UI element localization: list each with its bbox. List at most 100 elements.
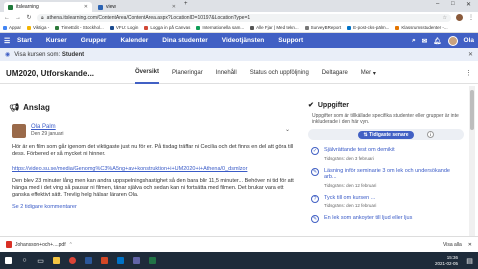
- bookmark-item[interactable]: TimeEdit - Stockhol...: [55, 25, 104, 30]
- browser-tab-view[interactable]: view ✕: [94, 2, 180, 12]
- search-icon[interactable]: ○: [20, 256, 29, 265]
- close-tab-icon[interactable]: ✕: [172, 4, 176, 10]
- task-item[interactable]: ? Tyck till om kursen ... Tidsgräns: den…: [308, 194, 464, 208]
- task-view-icon[interactable]: ▭: [36, 256, 45, 265]
- star-icon[interactable]: ☆: [443, 15, 447, 21]
- tab-oversikt[interactable]: Översikt: [135, 63, 160, 84]
- task-title[interactable]: Läsning inför seminarie 3 om lek och und…: [324, 168, 464, 181]
- word-icon[interactable]: [84, 256, 93, 265]
- url-text: athena.itslearning.com/ContentArea/Conte…: [46, 14, 251, 21]
- clock-date: 2021-02-05: [434, 260, 458, 266]
- task-item[interactable]: ✎ Läsning inför seminarie 3 om lek och u…: [308, 167, 464, 188]
- browser-titlebar: itslearning ✕ view ✕ + – □ ✕: [0, 0, 478, 12]
- back-icon[interactable]: ←: [4, 15, 10, 21]
- app-navigation: ☰ Start Kurser Grupper Kalender Dina stu…: [0, 33, 478, 48]
- browser-tab-itslearning[interactable]: itslearning ✕: [4, 2, 92, 12]
- user-avatar[interactable]: [447, 35, 458, 46]
- sort-button[interactable]: ⇅ Tidigaste senare: [357, 130, 415, 139]
- tab-innehall[interactable]: Innehåll: [216, 63, 237, 84]
- tab-mer[interactable]: Mer ▾: [361, 63, 376, 84]
- profile-avatar[interactable]: [456, 14, 463, 21]
- nav-kurser[interactable]: Kurser: [46, 37, 67, 44]
- task-title[interactable]: En lek som ankoyter till ljud eller ljus: [324, 215, 412, 222]
- canvas-icon: [144, 25, 149, 30]
- nav-dina-studenter[interactable]: Dina studenter: [162, 37, 208, 44]
- close-window-icon[interactable]: ✕: [466, 1, 471, 8]
- task-item[interactable]: ✎ En lek som ankoyter till ljud eller lj…: [308, 215, 464, 224]
- maximize-icon[interactable]: □: [451, 1, 455, 7]
- bookmark-item[interactable]: Klassrumsstudenter -...: [395, 25, 448, 30]
- downloads-bar: Johansson+och+....pdf ⌃ Visa alla ✕: [0, 236, 478, 252]
- address-bar-row: ← → ↻ 🔒︎ athena.itslearning.com/ContentA…: [0, 12, 478, 23]
- tab-deltagare[interactable]: Deltagare: [322, 63, 348, 84]
- appnav-right: ⌕ ✉ 🔔︎ Ola: [412, 35, 474, 46]
- chrome-icon[interactable]: [68, 256, 77, 265]
- menu-dots-icon[interactable]: ⋮: [468, 14, 474, 21]
- bookmark-item[interactable]: Alle Fjar | Med tekn...: [250, 25, 299, 30]
- tasks-heading: ✔ Uppgifter: [308, 101, 349, 110]
- nav-kalender[interactable]: Kalender: [120, 37, 148, 44]
- close-downloads-icon[interactable]: ✕: [468, 242, 472, 248]
- notification-center-icon[interactable]: ▤: [465, 256, 474, 265]
- teams-icon[interactable]: [132, 256, 141, 265]
- megaphone-icon: 📢︎: [9, 103, 20, 112]
- user-name[interactable]: Ola: [464, 37, 474, 44]
- bookmark-item[interactable]: SurveyBReport: [304, 25, 341, 30]
- info-icon[interactable]: i: [427, 131, 434, 138]
- folder-icon: [27, 25, 32, 30]
- minimize-icon[interactable]: –: [436, 1, 439, 7]
- task-item[interactable]: ✓ Självrättande test om demikit Tidsgrän…: [308, 147, 464, 161]
- reload-icon[interactable]: ↻: [26, 14, 32, 21]
- excel-icon[interactable]: [148, 256, 157, 265]
- post-paragraph: Den blev 23 minuter lång men kan andra u…: [12, 178, 294, 198]
- bookmark-item[interactable]: VFU: Login: [109, 25, 138, 30]
- bookmark-item[interactable]: Appar: [3, 25, 21, 30]
- task-icon: ?: [311, 194, 319, 203]
- bookmark-item[interactable]: Logga in på Canvas: [144, 25, 190, 30]
- nav-grupper[interactable]: Grupper: [81, 37, 107, 44]
- tab-label: itslearning: [16, 4, 39, 10]
- download-item[interactable]: Johansson+och+....pdf ⌃: [6, 241, 73, 248]
- powerpoint-icon[interactable]: [100, 256, 109, 265]
- new-tab-icon[interactable]: +: [184, 1, 188, 7]
- site-icon: [196, 25, 201, 30]
- messages-icon[interactable]: ✉: [422, 37, 427, 45]
- eye-icon: ◉: [5, 52, 11, 58]
- author-avatar: [12, 124, 26, 138]
- url-field[interactable]: 🔒︎ athena.itslearning.com/ContentArea/Co…: [37, 13, 451, 22]
- nav-support[interactable]: Support: [278, 37, 303, 44]
- tab-status[interactable]: Status och uppföljning: [250, 63, 309, 84]
- bookmark-item[interactable]: E-post-cks-pälm...: [347, 25, 389, 30]
- close-student-view-icon[interactable]: ✕: [468, 51, 473, 58]
- task-title[interactable]: Självrättande test om demikit: [324, 147, 395, 154]
- hamburger-menu-icon[interactable]: ☰: [4, 37, 12, 45]
- author-name[interactable]: Ola Palm: [31, 124, 64, 130]
- bookmark-item[interactable]: Internationella sam...: [196, 25, 244, 30]
- tab-planeringar[interactable]: Planeringar: [172, 63, 203, 84]
- file-explorer-icon[interactable]: [52, 256, 61, 265]
- task-title[interactable]: Tyck till om kursen ...: [324, 195, 376, 202]
- notifications-icon[interactable]: 🔔︎: [433, 37, 441, 45]
- announcements-heading: 📢︎ Anslag: [9, 103, 50, 112]
- windows-start-icon[interactable]: [4, 256, 13, 265]
- nav-start[interactable]: Start: [17, 37, 32, 44]
- page-scrollbar[interactable]: [469, 86, 475, 246]
- comments-link[interactable]: Se 2 tidigare kommentarer: [12, 204, 300, 210]
- task-icon: ✎: [311, 215, 319, 223]
- post-video-link[interactable]: https://video.su.se/media/Genomg%C3%A5ng…: [12, 166, 300, 172]
- chevron-up-icon[interactable]: ⌃: [69, 242, 73, 248]
- lock-icon: 🔒︎: [41, 14, 44, 21]
- taskbar-clock[interactable]: 15:36 2021-02-05: [435, 255, 458, 266]
- scrollbar-thumb[interactable]: [470, 90, 474, 130]
- search-icon[interactable]: ⌕: [412, 37, 416, 45]
- tasks-description: Uppgifter som är tillkällade specifika s…: [312, 113, 459, 125]
- forward-icon[interactable]: →: [15, 15, 21, 21]
- outlook-icon[interactable]: [116, 256, 125, 265]
- show-all-button[interactable]: Visa alla: [443, 242, 462, 248]
- more-options-icon[interactable]: ⋮: [465, 69, 472, 77]
- chevron-down-icon[interactable]: ⌄: [285, 126, 290, 133]
- download-filename[interactable]: Johansson+och+....pdf: [15, 242, 66, 248]
- bookmark-item[interactable]: Viktiga -: [27, 25, 49, 30]
- close-tab-icon[interactable]: ✕: [84, 4, 88, 10]
- nav-videotjansten[interactable]: Videotjänsten: [222, 37, 265, 44]
